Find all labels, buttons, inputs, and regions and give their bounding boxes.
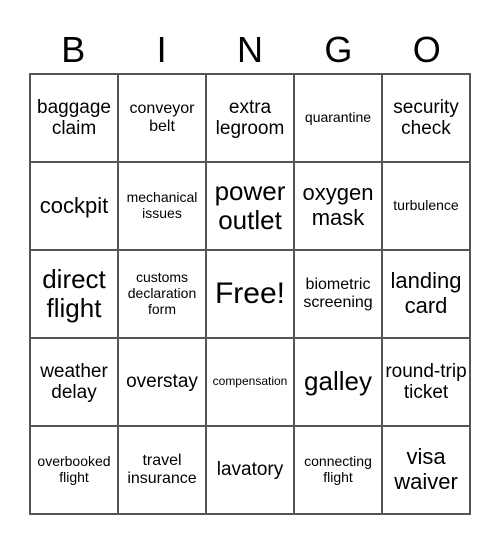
cell-label: weather delay (40, 360, 108, 403)
bingo-cell-r2c5[interactable]: turbulence (382, 162, 470, 250)
header-letter-g: G (324, 29, 353, 70)
bingo-cell-r5c4[interactable]: connecting flight (294, 426, 382, 514)
bingo-cell-r5c2[interactable]: travel insurance (118, 426, 206, 514)
cell-label: connecting flight (304, 453, 372, 485)
cell-label: travel insurance (127, 452, 197, 487)
bingo-cell-r1c3[interactable]: extra legroom (206, 74, 294, 162)
bingo-cell-r4c3[interactable]: compensation (206, 338, 294, 426)
bingo-cell-r3c5[interactable]: landing card (382, 250, 470, 338)
bingo-cell-r3c4[interactable]: biometric screening (294, 250, 382, 338)
bingo-cell-r3c1[interactable]: direct flight (30, 250, 118, 338)
cell-label: turbulence (393, 197, 459, 214)
bingo-header: B I N G O (29, 28, 471, 72)
bingo-cell-r5c3[interactable]: lavatory (206, 426, 294, 514)
cell-label: customs declaration form (127, 269, 197, 317)
cell-label: extra legroom (215, 96, 285, 139)
bingo-cell-r2c3[interactable]: power outlet (206, 162, 294, 250)
cell-label: visa waiver (394, 444, 458, 494)
bingo-cell-r2c4[interactable]: oxygen mask (294, 162, 382, 250)
bingo-cell-r4c5[interactable]: round-trip ticket (382, 338, 470, 426)
cell-label: cockpit (39, 192, 109, 218)
bingo-cell-r3c2[interactable]: customs declaration form (118, 250, 206, 338)
cell-label: lavatory (216, 459, 284, 481)
bingo-cell-r1c4[interactable]: quarantine (294, 74, 382, 162)
header-letter-i: I (156, 29, 167, 70)
cell-label: round-trip ticket (385, 360, 467, 403)
header-letter-b: B (61, 29, 86, 70)
cell-label: quarantine (304, 109, 372, 126)
bingo-cell-r4c4[interactable]: galley (294, 338, 382, 426)
cell-label: baggage claim (37, 96, 111, 139)
cell-label: compensation (212, 374, 288, 389)
free-space-label: Free! (214, 277, 286, 311)
header-letter-o: O (412, 29, 441, 70)
cell-label: overstay (126, 371, 198, 393)
cell-label: mechanical issues (126, 189, 198, 221)
bingo-cell-r2c2[interactable]: mechanical issues (118, 162, 206, 250)
bingo-cell-r5c5[interactable]: visa waiver (382, 426, 470, 514)
cell-label: overbooked flight (37, 453, 111, 485)
bingo-cell-r4c1[interactable]: weather delay (30, 338, 118, 426)
cell-label: direct flight (42, 263, 106, 323)
cell-label: landing card (390, 268, 462, 318)
cell-label: security check (393, 96, 459, 139)
bingo-cell-r2c1[interactable]: cockpit (30, 162, 118, 250)
bingo-cell-r1c1[interactable]: baggage claim (30, 74, 118, 162)
bingo-cell-r5c1[interactable]: overbooked flight (30, 426, 118, 514)
bingo-cell-r1c5[interactable]: security check (382, 74, 470, 162)
bingo-cell-r1c2[interactable]: conveyor belt (118, 74, 206, 162)
cell-label: galley (304, 366, 372, 397)
header-letter-n: N (236, 29, 263, 70)
bingo-cell-free[interactable]: Free! (206, 250, 294, 338)
cell-label: oxygen mask (302, 180, 374, 230)
cell-label: biometric screening (303, 276, 373, 311)
bingo-card-grid: baggage claim conveyor belt extra legroo… (29, 73, 471, 515)
cell-label: power outlet (214, 175, 286, 235)
cell-label: conveyor belt (129, 100, 195, 135)
bingo-cell-r4c2[interactable]: overstay (118, 338, 206, 426)
